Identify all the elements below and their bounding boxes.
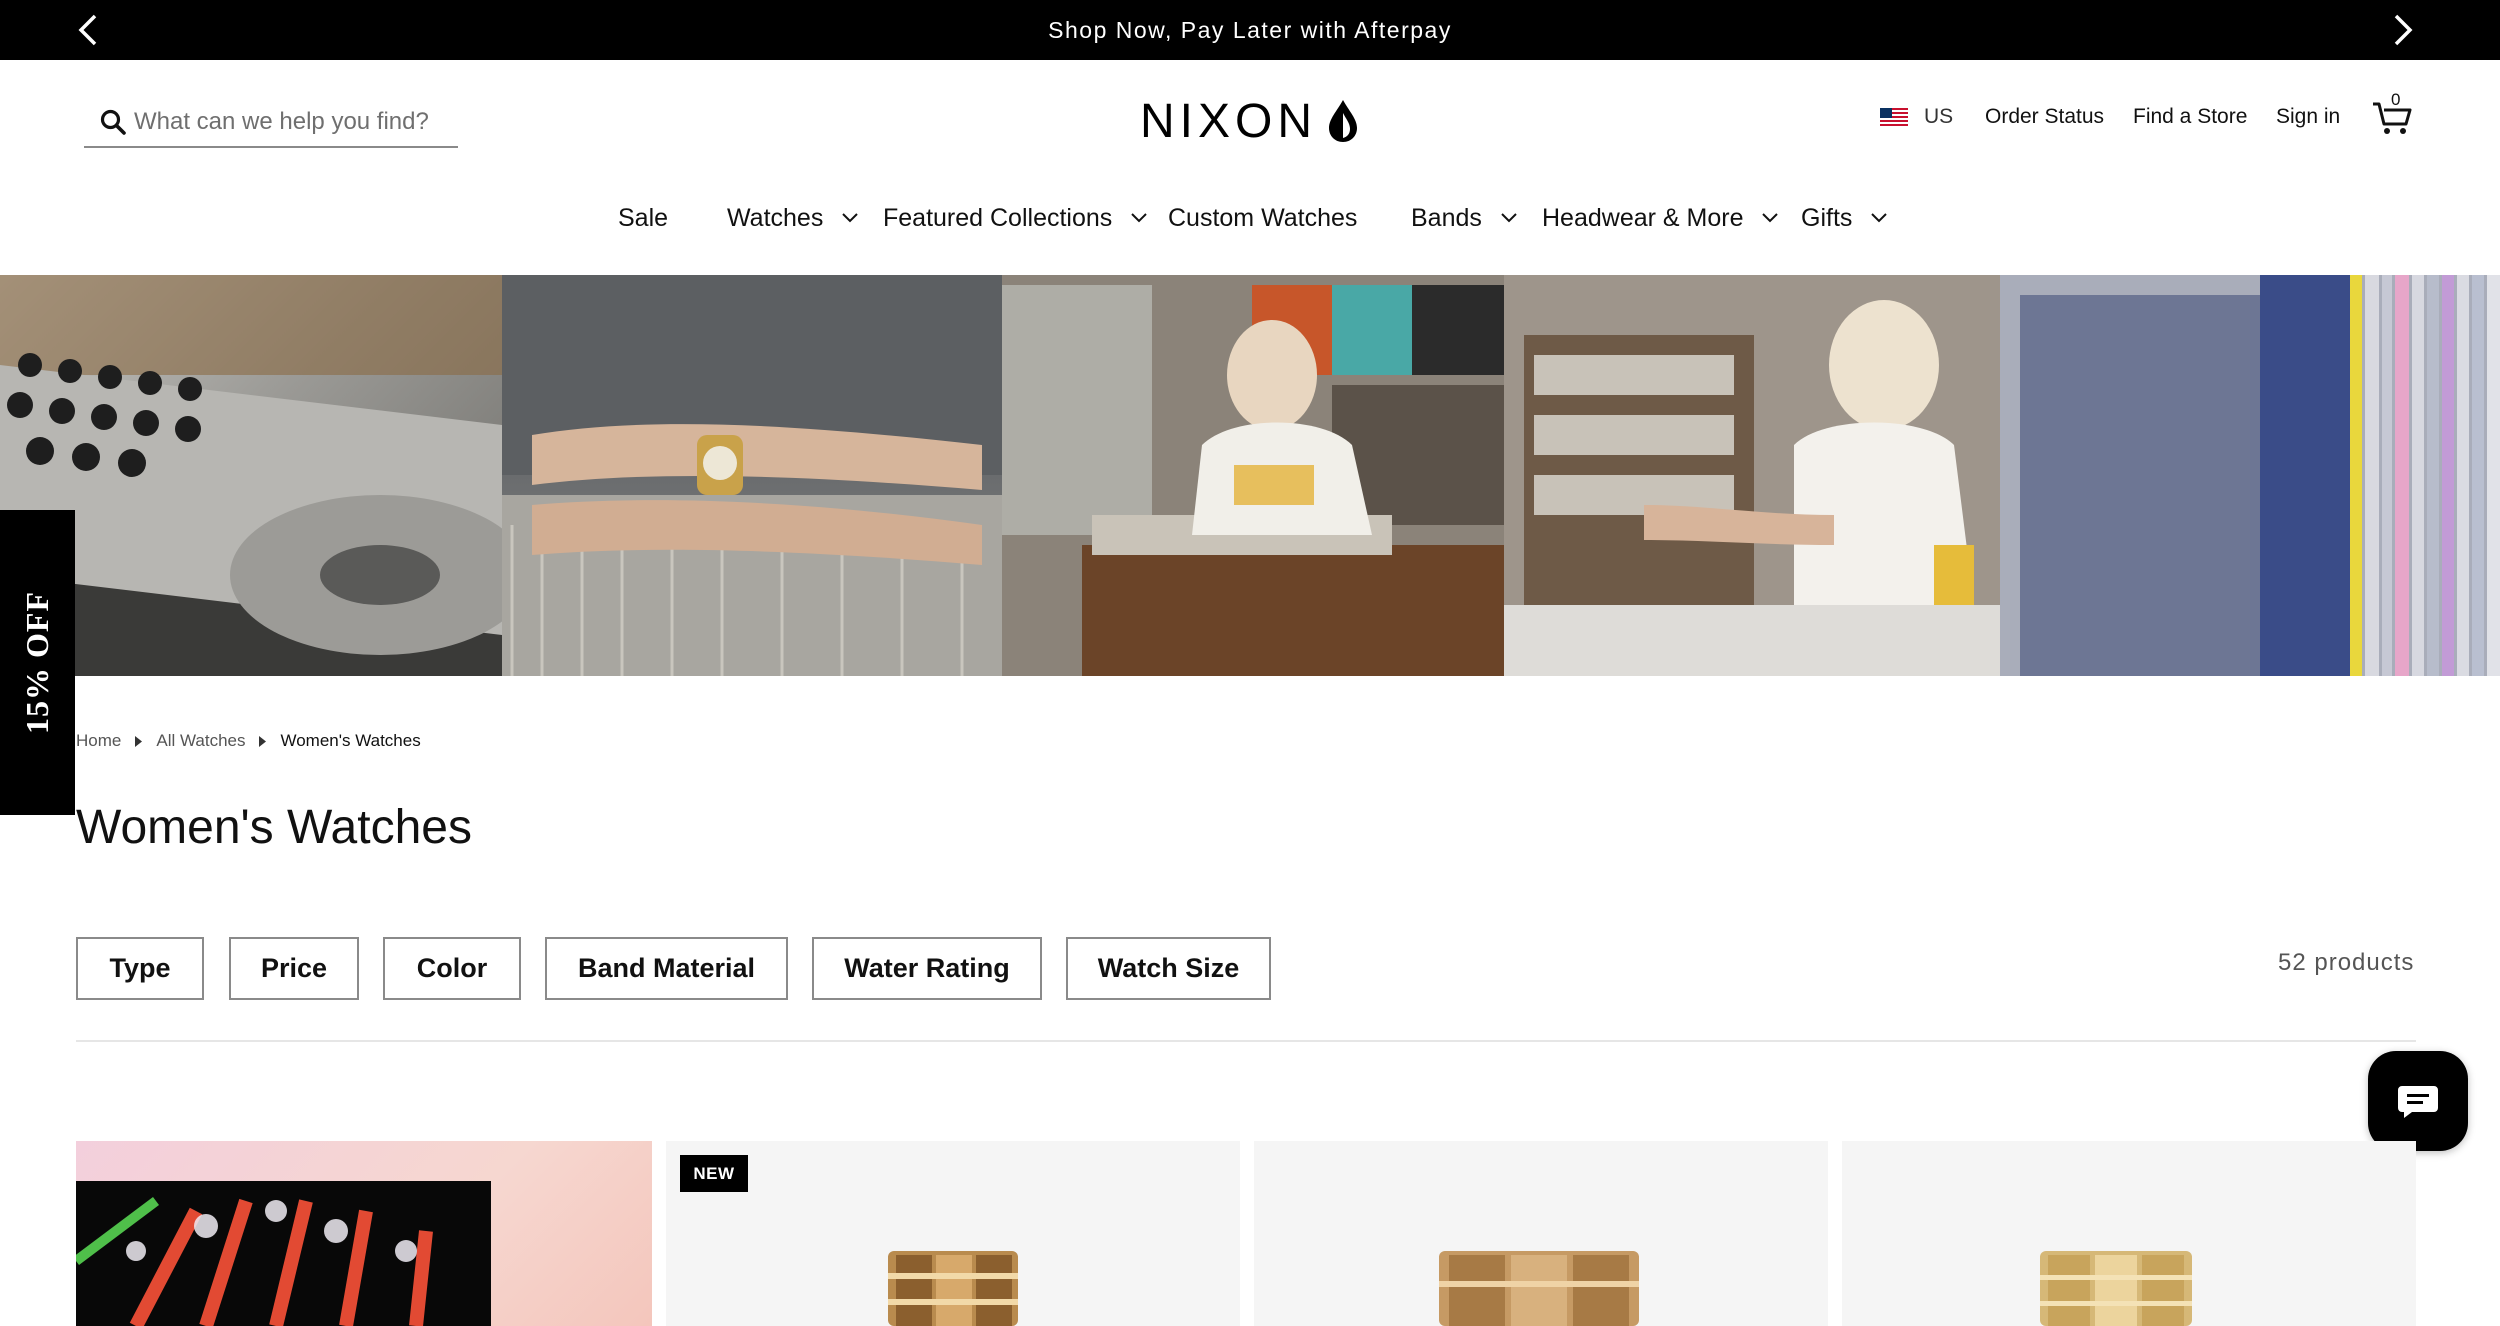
filter-divider [76, 1040, 2416, 1042]
breadcrumb-home[interactable]: Home [76, 731, 121, 751]
discount-side-tab[interactable]: 15% OFF [0, 510, 75, 815]
country-code: US [1924, 105, 1954, 128]
hero-panel-records [2000, 275, 2500, 676]
filter-watch-size-button[interactable]: Watch Size [1066, 937, 1271, 1000]
breadcrumb-arrow-icon [135, 735, 143, 747]
nav-label: Watches [727, 203, 824, 232]
announcement-message[interactable]: Shop Now, Pay Later with Afterpay [0, 17, 2500, 44]
product-card-2[interactable] [1254, 1141, 1828, 1326]
main-nav: Sale Watches Featured Collections Custom… [0, 200, 2500, 236]
sign-in-link[interactable]: Sign in [2276, 100, 2340, 134]
chevron-down-icon [1870, 212, 1888, 224]
page-title: Women's Watches [76, 801, 472, 854]
country-selector[interactable]: US [1880, 100, 1953, 134]
filter-water-rating-button[interactable]: Water Rating [812, 937, 1042, 1000]
us-flag-icon [1880, 108, 1908, 126]
nav-label: Gifts [1801, 203, 1853, 232]
nav-label: Sale [618, 203, 669, 232]
nixon-drop-icon [1329, 100, 1358, 142]
nav-item-sale[interactable]: Sale [618, 200, 668, 236]
new-badge: NEW [680, 1155, 748, 1192]
hero-panel-wrist [502, 275, 1002, 676]
chevron-down-icon [1130, 212, 1148, 224]
watch-image [888, 1251, 1018, 1326]
breadcrumb: Home All Watches Women's Watches [76, 731, 421, 751]
hero-panel-browsing [1504, 275, 2000, 676]
find-store-link[interactable]: Find a Store [2133, 100, 2247, 134]
nav-item-custom-watches[interactable]: Custom Watches [1168, 200, 1357, 236]
breadcrumb-current: Women's Watches [280, 731, 421, 750]
announcement-bar: Shop Now, Pay Later with Afterpay [0, 0, 2500, 60]
breadcrumb-all-watches[interactable]: All Watches [156, 731, 245, 751]
nixon-logo[interactable]: NIXON [1140, 94, 1359, 148]
discount-label: 15% OFF [19, 591, 56, 734]
cart-icon [2373, 102, 2412, 134]
watch-image [1439, 1251, 1639, 1326]
product-card-1[interactable] [666, 1141, 1240, 1326]
nav-label: Featured Collections [883, 203, 1113, 232]
logo-wordmark: NIXON [1140, 94, 1318, 148]
hero-panel-record-store [1002, 275, 1504, 676]
product-card-promo[interactable] [76, 1141, 652, 1326]
hero-banner [0, 275, 2500, 676]
chat-button[interactable] [2368, 1051, 2468, 1151]
chevron-right-icon [2394, 14, 2413, 46]
product-card-3[interactable] [1842, 1141, 2416, 1326]
cart-button[interactable]: 0 [2372, 90, 2416, 138]
filter-color-button[interactable]: Color [383, 937, 521, 1000]
promo-image [76, 1181, 491, 1326]
chevron-down-icon [1761, 212, 1779, 224]
search-box[interactable] [84, 98, 458, 148]
nav-item-gifts[interactable]: Gifts [1801, 200, 1888, 236]
chevron-down-icon [1500, 212, 1518, 224]
nav-item-watches[interactable]: Watches [727, 200, 859, 236]
nav-item-featured-collections[interactable]: Featured Collections [883, 200, 1148, 236]
nav-item-bands[interactable]: Bands [1411, 200, 1518, 236]
nav-label: Headwear & More [1542, 203, 1744, 232]
filter-type-button[interactable]: Type [76, 937, 204, 1000]
hero-panel-turntable [0, 275, 502, 676]
nav-label: Custom Watches [1168, 203, 1358, 232]
search-icon [100, 107, 130, 137]
search-input[interactable] [134, 108, 434, 136]
announcement-next-button[interactable] [2385, 12, 2421, 48]
filter-band-material-button[interactable]: Band Material [545, 937, 788, 1000]
nav-item-headwear[interactable]: Headwear & More [1542, 200, 1779, 236]
filter-price-button[interactable]: Price [229, 937, 359, 1000]
chevron-down-icon [841, 212, 859, 224]
product-count: 52 products [2278, 949, 2415, 976]
nav-label: Bands [1411, 203, 1482, 232]
breadcrumb-arrow-icon [259, 735, 267, 747]
order-status-link[interactable]: Order Status [1985, 100, 2104, 134]
watch-image [2040, 1251, 2192, 1326]
chat-icon [2398, 1086, 2438, 1118]
